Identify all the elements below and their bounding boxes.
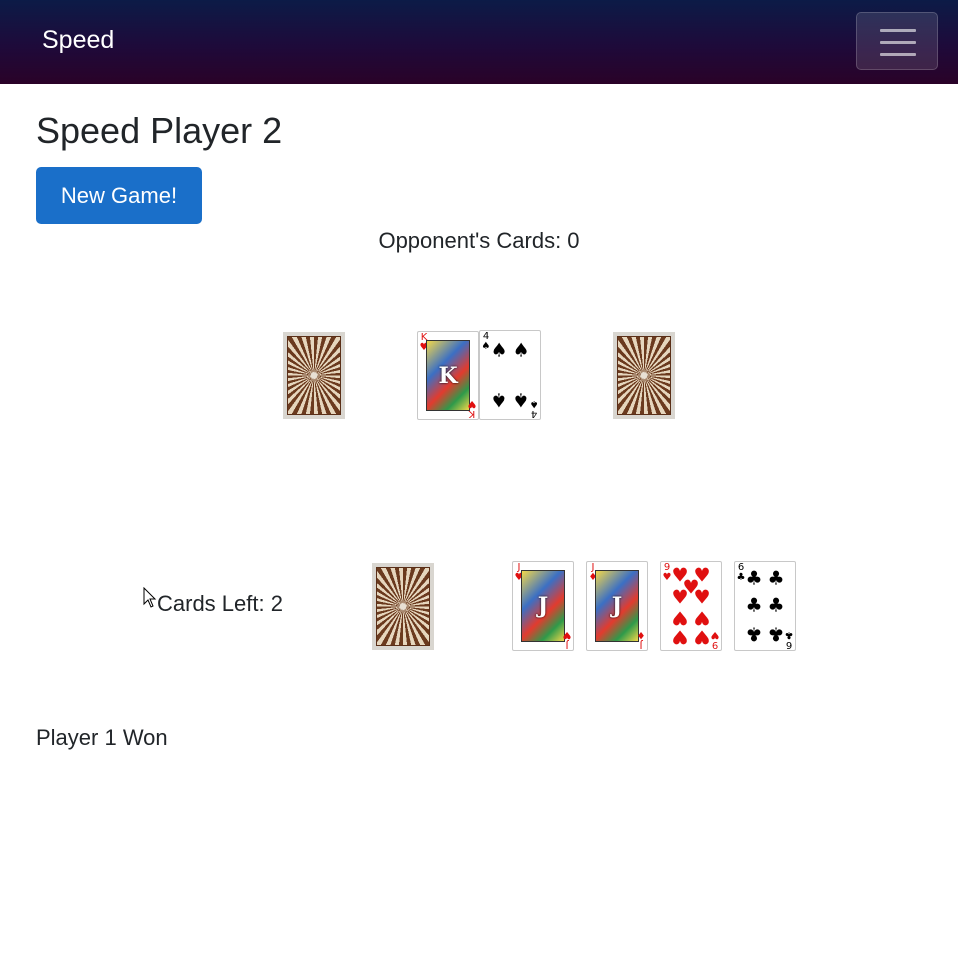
court-figure: J — [521, 570, 565, 642]
mouse-cursor-icon — [143, 587, 157, 608]
hand-card-4[interactable]: 6 ♣ ♣ ♣ ♣ ♣ ♣ ♣ 6 ♣ — [734, 561, 796, 651]
heart-pip-icon: ♥ — [693, 625, 711, 648]
card-suit: ♥ — [562, 629, 572, 640]
hamburger-menu-icon-bar — [880, 53, 916, 56]
card-suit: ♣ — [784, 629, 794, 640]
card-rank: K — [468, 408, 476, 419]
opponent-cards-count: Opponent's Cards: 0 — [378, 228, 580, 253]
club-pip-icon: ♣ — [745, 622, 763, 645]
card-pips: ♥ ♥ ♥ ♥ ♥ ♥ ♥ ♥ ♥ — [669, 566, 713, 648]
navbar-brand[interactable]: Speed — [42, 26, 114, 55]
court-figure-letter: K — [438, 362, 458, 389]
center-pile-right-card[interactable]: 4 ♠ ♠ ♠ ♠ ♠ 4 ♠ — [479, 330, 541, 420]
court-figure: J — [595, 570, 639, 642]
court-figure-letter: J — [537, 593, 549, 619]
heart-pip-icon: ♥ — [693, 606, 711, 629]
club-pip-icon: ♣ — [767, 594, 785, 617]
card-suit: ♦ — [636, 629, 646, 640]
left-stock-card-back[interactable] — [283, 332, 345, 419]
cards-left-count: Cards Left: 2 — [157, 591, 283, 616]
card-back-pattern — [287, 336, 341, 415]
card-index: 9 ♥ — [710, 629, 720, 650]
right-stock-card-back[interactable] — [613, 332, 675, 419]
center-pile-left-card[interactable]: K ♥ K K ♥ — [417, 331, 479, 420]
card-index: J ♥ — [562, 629, 572, 650]
card-pips: ♠ ♠ ♠ ♠ — [488, 337, 532, 413]
spade-pip-icon: ♠ — [512, 339, 530, 362]
club-pip-icon: ♣ — [767, 622, 785, 645]
card-rank: 9 — [711, 639, 719, 650]
card-rank: 4 — [530, 408, 538, 419]
card-back-pattern — [376, 567, 430, 646]
card-rank: 6 — [785, 639, 793, 650]
game-status-message: Player 1 Won — [36, 725, 168, 750]
new-game-button[interactable]: New Game! — [36, 167, 202, 224]
heart-pip-icon: ♥ — [693, 586, 711, 609]
page-title: Speed Player 2 — [36, 110, 283, 151]
hand-card-2[interactable]: J ♦ J J ♦ — [586, 561, 648, 651]
spade-pip-icon: ♠ — [512, 388, 530, 411]
heart-pip-icon: ♥ — [671, 625, 689, 648]
hamburger-menu-button[interactable] — [856, 12, 938, 70]
card-back-pattern — [617, 336, 671, 415]
court-figure: K — [426, 340, 470, 411]
club-pip-icon: ♣ — [745, 594, 763, 617]
club-pip-icon: ♣ — [767, 567, 785, 590]
spade-pip-icon: ♠ — [490, 388, 508, 411]
card-suit: ♥ — [467, 398, 477, 409]
navbar: Speed — [0, 0, 958, 84]
court-figure-letter: J — [611, 593, 623, 619]
hamburger-menu-icon — [880, 29, 916, 32]
heart-pip-icon: ♥ — [671, 586, 689, 609]
card-rank: J — [565, 639, 569, 650]
spade-pip-icon: ♠ — [490, 339, 508, 362]
hamburger-menu-icon-bar — [880, 41, 916, 44]
club-pip-icon: ♣ — [745, 567, 763, 590]
card-index: 4 ♠ — [529, 398, 539, 419]
hand-card-3[interactable]: 9 ♥ ♥ ♥ ♥ ♥ ♥ ♥ ♥ ♥ ♥ 9 ♥ — [660, 561, 722, 651]
card-rank: J — [639, 639, 643, 650]
card-suit: ♠ — [529, 398, 539, 409]
hand-card-1[interactable]: J ♥ J J ♥ — [512, 561, 574, 651]
card-suit: ♥ — [710, 629, 720, 640]
card-pips: ♣ ♣ ♣ ♣ ♣ ♣ — [743, 567, 787, 645]
card-index: K ♥ — [467, 398, 477, 419]
card-index: J ♦ — [636, 629, 646, 650]
player-draw-pile-card-back[interactable] — [372, 563, 434, 650]
heart-pip-icon: ♥ — [671, 606, 689, 629]
card-index: 6 ♣ — [784, 629, 794, 650]
